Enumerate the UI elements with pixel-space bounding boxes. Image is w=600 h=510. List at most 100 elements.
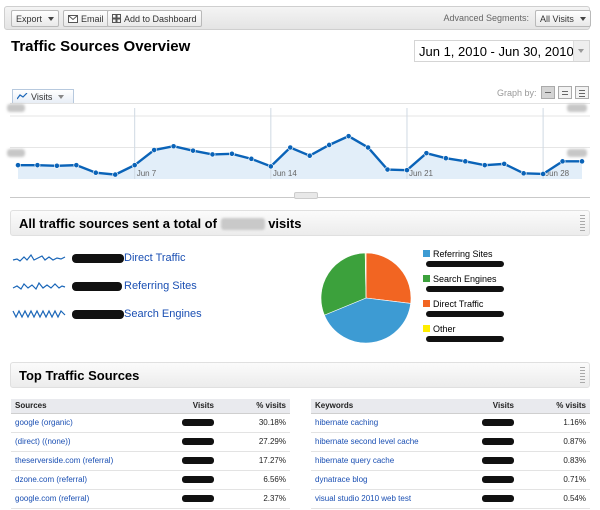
metric-selector-tab[interactable]: Visits xyxy=(12,89,74,103)
table-row: theserverside.com (referral) 17.27% xyxy=(11,451,290,471)
sparkline-icon xyxy=(12,253,66,262)
data-point[interactable] xyxy=(190,147,196,154)
table-row: dzone.com (referral) 6.56% xyxy=(11,470,290,490)
data-point[interactable] xyxy=(462,158,469,165)
data-point[interactable] xyxy=(404,167,410,174)
data-point[interactable] xyxy=(229,150,235,157)
column-header-sources[interactable]: Sources xyxy=(11,399,171,414)
segments-select[interactable]: All Visits xyxy=(535,10,591,27)
keyword-link[interactable]: visual studio 2010 web test xyxy=(315,494,411,503)
data-point[interactable] xyxy=(287,144,294,151)
source-search-engines[interactable]: Search Engines xyxy=(12,307,202,325)
data-point[interactable] xyxy=(384,166,391,173)
sparkline-icon xyxy=(12,309,66,319)
data-point[interactable] xyxy=(326,142,333,148)
legend-swatch xyxy=(423,250,430,257)
data-point[interactable] xyxy=(501,160,508,167)
source-link[interactable]: theserverside.com (referral) xyxy=(15,456,113,465)
keyword-link[interactable]: hibernate second level cache xyxy=(315,437,419,446)
data-point[interactable] xyxy=(112,171,119,178)
redacted-legend-value xyxy=(426,336,504,342)
date-range-dropdown[interactable] xyxy=(573,41,589,61)
graph-by-month-button[interactable] xyxy=(575,86,589,99)
data-point[interactable] xyxy=(209,151,216,158)
redacted-visits xyxy=(182,419,214,427)
data-point[interactable] xyxy=(306,152,313,159)
redacted-visits xyxy=(482,457,514,465)
export-button[interactable]: Export xyxy=(11,10,60,27)
data-point[interactable] xyxy=(92,169,99,176)
chevron-down-icon xyxy=(58,94,65,99)
source-link[interactable]: google (organic) xyxy=(15,418,73,427)
summary-suffix: visits xyxy=(268,216,302,231)
redacted-visits xyxy=(482,419,514,427)
legend-label: Other xyxy=(433,324,456,334)
sparkline-icon xyxy=(12,281,66,291)
source-link-referring-sites[interactable]: Referring Sites xyxy=(124,280,197,292)
redacted-visits xyxy=(182,476,214,484)
graph-by-day-button[interactable] xyxy=(541,86,555,99)
y-axis-mid-label-right xyxy=(567,149,587,157)
data-point[interactable] xyxy=(34,162,41,169)
date-range-picker[interactable]: Jun 1, 2010 - Jun 30, 2010 xyxy=(414,40,590,62)
keyword-link[interactable]: dynatrace blog xyxy=(315,475,367,484)
data-point[interactable] xyxy=(365,144,371,151)
column-header-percent[interactable]: % visits xyxy=(518,399,590,414)
page-title: Traffic Sources Overview xyxy=(11,38,191,55)
data-point[interactable] xyxy=(520,170,527,177)
percent-visits: 0.71% xyxy=(518,470,590,490)
percent-visits: 0.83% xyxy=(518,451,590,471)
drag-handle[interactable] xyxy=(580,215,585,231)
drag-handle[interactable] xyxy=(580,367,585,383)
redacted-legend-value xyxy=(426,311,504,317)
data-point[interactable] xyxy=(131,162,138,169)
data-point[interactable] xyxy=(73,162,80,169)
legend-swatch xyxy=(423,275,430,282)
add-to-dashboard-button[interactable]: Add to Dashboard xyxy=(107,10,202,27)
keyword-link[interactable]: hibernate caching xyxy=(315,418,378,427)
legend-other: Other xyxy=(423,324,456,334)
data-point[interactable] xyxy=(15,162,21,169)
chevron-down-icon xyxy=(579,16,586,21)
chart-resize-handle[interactable] xyxy=(294,192,318,199)
data-point[interactable] xyxy=(345,133,352,140)
redacted-visits xyxy=(182,457,214,465)
redacted-visits xyxy=(482,476,514,484)
column-header-percent[interactable]: % visits xyxy=(218,399,290,414)
table-row: hibernate query cache 0.83% xyxy=(311,451,590,471)
source-link-direct-traffic[interactable]: Direct Traffic xyxy=(124,252,186,264)
column-header-keywords[interactable]: Keywords xyxy=(311,399,471,414)
source-referring-sites[interactable]: Referring Sites xyxy=(12,279,197,297)
column-header-visits[interactable]: Visits xyxy=(471,399,518,414)
report-toolbar: Export Email Add to Dashboard Advanced S… xyxy=(4,6,591,30)
x-tick-label: Jun 14 xyxy=(273,169,298,178)
source-link-search-engines[interactable]: Search Engines xyxy=(124,308,202,320)
data-point[interactable] xyxy=(559,158,566,165)
data-point[interactable] xyxy=(53,162,60,169)
source-link[interactable]: (direct) ((none)) xyxy=(15,437,71,446)
legend-swatch xyxy=(423,300,430,307)
data-point[interactable] xyxy=(423,150,430,157)
keyword-link[interactable]: hibernate query cache xyxy=(315,456,394,465)
data-point[interactable] xyxy=(248,155,255,162)
source-link[interactable]: dzone.com (referral) xyxy=(15,475,87,484)
data-point[interactable] xyxy=(579,158,585,165)
graph-by-week-button[interactable] xyxy=(558,86,572,99)
data-point[interactable] xyxy=(151,147,158,153)
percent-visits: 17.27% xyxy=(218,451,290,471)
data-point[interactable] xyxy=(442,155,449,162)
column-header-visits[interactable]: Visits xyxy=(171,399,218,414)
source-direct-traffic[interactable]: Direct Traffic xyxy=(12,251,186,269)
legend-label: Search Engines xyxy=(433,274,497,284)
data-point[interactable] xyxy=(267,163,274,170)
data-point[interactable] xyxy=(540,171,547,177)
pie-slice-direct-traffic[interactable] xyxy=(365,252,412,304)
data-point[interactable] xyxy=(481,162,488,169)
sources-table: Sources Visits % visits google (organic)… xyxy=(11,399,290,509)
data-point[interactable] xyxy=(170,143,177,150)
advanced-segments-label: Advanced Segments: xyxy=(443,13,529,23)
redacted-legend-value xyxy=(426,261,504,267)
source-link[interactable]: google.com (referral) xyxy=(15,494,89,503)
email-button[interactable]: Email xyxy=(63,10,109,27)
x-tick-label: Jun 21 xyxy=(409,169,434,178)
